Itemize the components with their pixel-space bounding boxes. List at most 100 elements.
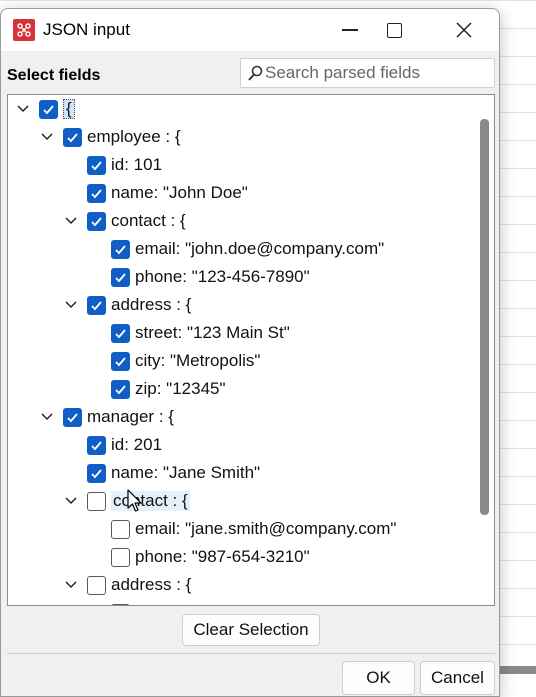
title-bar[interactable]: JSON input — [1, 9, 499, 51]
tree-row-label: email: "jane.smith@company.com" — [135, 519, 397, 538]
tree-row[interactable]: address : { — [8, 571, 468, 599]
tree-row-label: city: "Metropolis" — [135, 351, 261, 370]
tree-row[interactable]: { — [8, 95, 468, 123]
tree-row-label: { — [63, 99, 75, 119]
app-logo-icon — [13, 19, 35, 41]
chevron-down-icon[interactable] — [64, 578, 78, 592]
tree-row-label: address : { — [111, 575, 192, 594]
tree-row[interactable]: contact : { — [8, 487, 468, 515]
field-tree[interactable]: { employee : { id: 101 name: "John Doe" cont… — [7, 94, 495, 606]
tree-row-label: phone: "987-654-3210" — [135, 547, 310, 566]
cancel-button[interactable]: Cancel — [420, 661, 495, 695]
tree-row[interactable]: manager : { — [8, 403, 468, 431]
maximize-button[interactable] — [371, 9, 417, 51]
close-icon — [456, 22, 472, 38]
tree-row[interactable]: employee : { — [8, 123, 468, 151]
tree-row-label: contact : { — [111, 491, 190, 511]
field-checkbox[interactable] — [87, 464, 106, 483]
checkmark-icon — [67, 413, 78, 423]
checkmark-icon — [91, 161, 102, 171]
tree-row-label: email: "john.doe@company.com" — [135, 239, 385, 258]
checkmark-icon — [115, 385, 126, 395]
tree-row[interactable]: address : { — [8, 291, 468, 319]
search-box[interactable] — [240, 58, 495, 88]
chevron-down-icon[interactable] — [16, 102, 30, 116]
tree-row-label: id: 201 — [111, 435, 163, 454]
field-checkbox[interactable] — [87, 184, 106, 203]
tree-row[interactable]: id: 101 — [8, 151, 468, 179]
tree-row-label: street: "123 Main St" — [135, 323, 290, 342]
tree-row[interactable]: email: "john.doe@company.com" — [8, 235, 468, 263]
checkmark-icon — [115, 357, 126, 367]
minimize-button[interactable] — [327, 9, 373, 51]
field-checkbox[interactable] — [111, 520, 130, 539]
window-title: JSON input — [43, 20, 130, 39]
tree-row-label: manager : { — [87, 407, 174, 426]
field-checkbox[interactable] — [111, 604, 130, 605]
scrollbar-thumb[interactable] — [480, 119, 489, 515]
checkmark-icon — [115, 329, 126, 339]
chevron-down-icon[interactable] — [40, 130, 54, 144]
field-checkbox[interactable] — [63, 408, 82, 427]
tree-row[interactable]: email: "jane.smith@company.com" — [8, 515, 468, 543]
tree-row-label: address : { — [111, 295, 192, 314]
tree-row-label: phone: "123-456-7890" — [135, 267, 310, 286]
field-checkbox[interactable] — [87, 492, 106, 511]
chevron-down-icon[interactable] — [40, 410, 54, 424]
tree-row-label: name: "Jane Smith" — [111, 463, 261, 482]
checkmark-icon — [115, 245, 126, 255]
field-checkbox[interactable] — [111, 240, 130, 259]
tree-row-label: id: 101 — [111, 155, 163, 174]
divider — [7, 653, 495, 654]
field-checkbox[interactable] — [111, 548, 130, 567]
field-checkbox[interactable] — [63, 128, 82, 147]
checkmark-icon — [115, 273, 126, 283]
chevron-down-icon[interactable] — [64, 214, 78, 228]
tree-row[interactable]: phone: "987-654-3210" — [8, 543, 468, 571]
field-checkbox[interactable] — [87, 296, 106, 315]
field-checkbox[interactable] — [111, 352, 130, 371]
tree-row[interactable]: name: "Jane Smith" — [8, 459, 468, 487]
background-scrollbar — [498, 666, 536, 674]
tree-row[interactable]: zip: "12345" — [8, 375, 468, 403]
checkmark-icon — [91, 217, 102, 227]
close-button[interactable] — [441, 9, 487, 51]
mouse-pointer-icon — [127, 489, 142, 512]
field-checkbox[interactable] — [87, 436, 106, 455]
tree-row[interactable]: city: "Metropolis" — [8, 347, 468, 375]
tree-row-label: name: "John Doe" — [111, 183, 248, 202]
ok-button[interactable]: OK — [342, 661, 415, 695]
checkmark-icon — [91, 189, 102, 199]
clear-selection-button[interactable]: Clear Selection — [182, 614, 320, 646]
tree-row[interactable]: phone: "123-456-7890" — [8, 263, 468, 291]
checkmark-icon — [91, 301, 102, 311]
field-checkbox[interactable] — [111, 324, 130, 343]
tree-row[interactable]: id: 201 — [8, 431, 468, 459]
chevron-down-icon[interactable] — [64, 298, 78, 312]
maximize-icon — [386, 22, 402, 38]
chevron-down-icon[interactable] — [64, 494, 78, 508]
json-input-dialog: JSON input Select fields { employee : { id… — [0, 8, 500, 697]
tree-row-label: contact : { — [111, 211, 186, 230]
tree-row-label: employee : { — [87, 127, 181, 146]
select-fields-label: Select fields — [7, 67, 101, 84]
checkmark-icon — [91, 441, 102, 451]
checkmark-icon — [91, 469, 102, 479]
search-input[interactable] — [265, 62, 491, 84]
checkmark-icon — [67, 133, 78, 143]
field-checkbox[interactable] — [87, 156, 106, 175]
tree-row-label: zip: "12345" — [135, 379, 226, 398]
field-checkbox[interactable] — [111, 380, 130, 399]
tree-row[interactable]: contact : { — [8, 207, 468, 235]
field-checkbox[interactable] — [39, 100, 58, 119]
tree-row[interactable]: street: "123 Main St" — [8, 319, 468, 347]
tree-scrollbar[interactable] — [476, 95, 494, 605]
field-checkbox[interactable] — [87, 212, 106, 231]
tree-row[interactable]: name: "John Doe" — [8, 179, 468, 207]
checkmark-icon — [43, 105, 54, 115]
tree-row[interactable] — [8, 599, 468, 605]
search-icon — [248, 65, 263, 81]
minimize-icon — [342, 29, 358, 31]
field-checkbox[interactable] — [111, 268, 130, 287]
field-checkbox[interactable] — [87, 576, 106, 595]
